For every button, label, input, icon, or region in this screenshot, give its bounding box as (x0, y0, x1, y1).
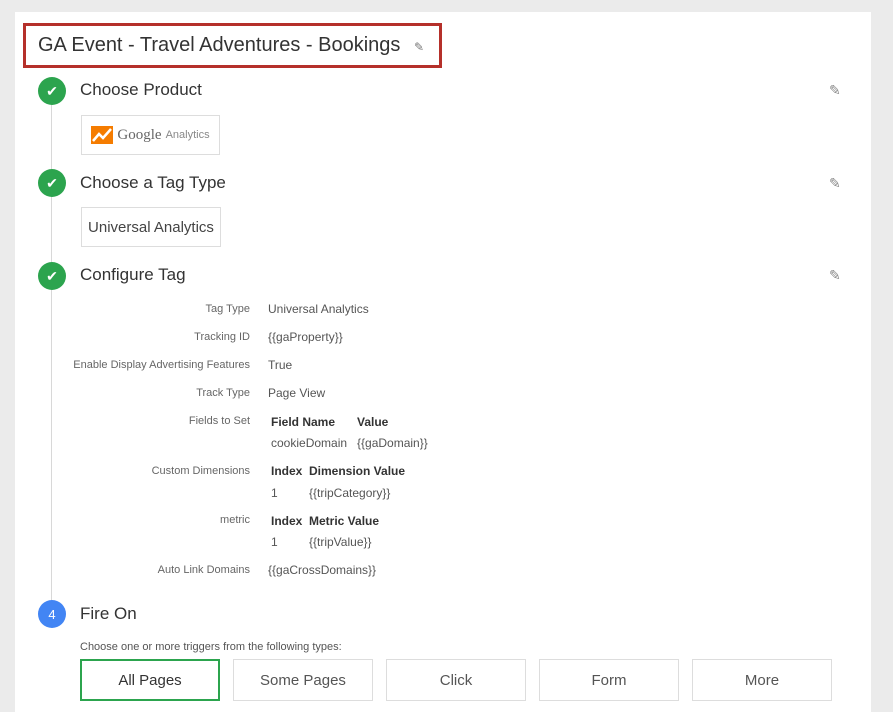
trigger-form-button[interactable]: Form (539, 659, 679, 701)
table-cell: 1 (271, 486, 278, 500)
table-header: Field Name (271, 415, 336, 429)
trigger-some-pages-button[interactable]: Some Pages (233, 659, 373, 701)
tag-title[interactable]: GA Event - Travel Adventures - Bookings (38, 34, 400, 57)
step-title-fire-on: Fire On (80, 604, 137, 623)
fields-to-set-label: Fields to Set (188, 415, 250, 427)
field-value: Page View (268, 386, 326, 400)
field-value: Universal Analytics (268, 302, 369, 316)
field-label: Track Type (196, 387, 250, 399)
rename-pencil-icon[interactable]: ✎ (414, 40, 424, 54)
field-label: Enable Display Advertising Features (73, 359, 250, 371)
table-cell: {{gaDomain}} (357, 436, 428, 450)
google-analytics-logo-icon (91, 126, 114, 144)
table-header: Index (271, 464, 303, 478)
table-header: Value (357, 415, 389, 429)
trigger-hint: Choose one or more triggers from the fol… (80, 641, 342, 653)
metric-label: metric (220, 514, 250, 526)
table-cell: 1 (271, 535, 278, 549)
edit-tag-type-pencil-icon[interactable]: ✎ (829, 175, 841, 192)
auto-link-domains-label: Auto Link Domains (157, 564, 250, 576)
step-title-choose-tag-type: Choose a Tag Type (80, 173, 226, 192)
step-number-badge: 4 (38, 600, 66, 628)
step-title-configure-tag: Configure Tag (80, 265, 186, 284)
step-title-choose-product: Choose Product (80, 80, 202, 99)
step-complete-check-icon: ✔ (38, 169, 66, 197)
table-cell: {{tripCategory}} (309, 486, 391, 500)
step-complete-check-icon: ✔ (38, 262, 66, 290)
custom-dimensions-label: Custom Dimensions (151, 465, 250, 477)
step-complete-check-icon: ✔ (38, 77, 66, 105)
table-cell: cookieDomain (271, 436, 348, 450)
trigger-all-pages-button[interactable]: All Pages (80, 659, 220, 701)
product-google-label: Google (117, 126, 162, 143)
table-header: Dimension Value (309, 464, 406, 478)
auto-link-domains-value: {{gaCrossDomains}} (268, 563, 377, 577)
field-label: Tag Type (205, 303, 250, 315)
product-google-analytics-chip[interactable]: Google Analytics (81, 115, 220, 155)
field-value: True (268, 358, 293, 372)
field-value: {{gaProperty}} (268, 330, 343, 344)
trigger-more-button[interactable]: More (692, 659, 832, 701)
trigger-click-button[interactable]: Click (386, 659, 526, 701)
edit-product-pencil-icon[interactable]: ✎ (829, 82, 841, 99)
edit-configure-pencil-icon[interactable]: ✎ (829, 267, 841, 284)
product-analytics-label: Analytics (165, 129, 210, 141)
table-header: Index (271, 514, 303, 528)
table-header: Metric Value (309, 514, 380, 528)
field-label: Tracking ID (194, 331, 250, 343)
table-cell: {{tripValue}} (309, 535, 372, 549)
tag-type-chip[interactable]: Universal Analytics (81, 207, 221, 247)
